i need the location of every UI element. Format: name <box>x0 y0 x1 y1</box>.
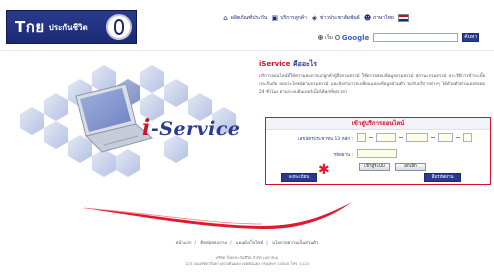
english-flag-icon[interactable] <box>397 14 409 22</box>
footer-address-line2: 123 ถนนรัชดาภิเษก แขวงดินแดง เขตดินแดง ก… <box>184 261 310 266</box>
footer-link-home[interactable]: หน้าแรก <box>176 241 192 246</box>
google-label: Google <box>341 33 370 42</box>
content-title-red: iService <box>259 60 291 68</box>
footer-address: บริษัท ไทยประกันชีวิต จำกัด (มหาชน) 123 … <box>0 255 494 267</box>
search-bar: เว็บ Google ค้นหา <box>318 33 480 42</box>
person-icon: ☻ <box>363 13 372 22</box>
emblem-icon <box>106 14 132 40</box>
search-google-radio[interactable] <box>334 35 340 40</box>
password-field[interactable] <box>357 149 397 158</box>
id-field-2[interactable] <box>376 133 396 142</box>
footer-link-contact[interactable]: ติดต่อสอบถาม <box>200 241 227 246</box>
footer-link-sitemap[interactable]: แผนผังเว็บไซต์ <box>236 241 263 246</box>
forgot-password-button[interactable]: ลืมรหัสผ่าน <box>424 173 461 182</box>
logo-main-text: Tกย <box>15 18 45 36</box>
search-input[interactable] <box>373 33 459 42</box>
iservice-brand-rest: -Service <box>150 118 241 140</box>
id-field-4[interactable] <box>438 133 453 142</box>
logo-sub-text: ประกันชีวิต <box>48 22 88 32</box>
login-header: เข้าสู่บริการออนไลน์ <box>266 118 490 130</box>
top-navigation: ⌂ ผลิตภัณฑ์ประกัน ▣ บริการลูกค้า ◈ ข่าวป… <box>222 14 409 22</box>
id-separator <box>431 137 435 138</box>
id-field-1[interactable] <box>357 133 366 142</box>
house-icon: ⌂ <box>223 13 228 22</box>
nav-item-products[interactable]: ⌂ ผลิตภัณฑ์ประกัน <box>222 14 267 22</box>
nav-item-label: ภาษาไทย <box>372 15 394 21</box>
login-button[interactable]: เข้าสู่ระบบ <box>359 163 390 171</box>
nav-item-services[interactable]: ▣ บริการลูกค้า <box>271 14 307 22</box>
id-separator <box>369 137 373 138</box>
content-title-blue: คืออะไร <box>292 60 318 68</box>
content-title: iService คืออะไร <box>259 59 317 70</box>
nav-item-label: ผลิตภัณฑ์ประกัน <box>231 15 268 21</box>
intro-paragraph: บริการออนไลน์ที่ให้ความสะดวกแก่ลูกค้าผู้… <box>259 74 485 95</box>
nav-item-label: บริการลูกค้า <box>280 15 307 21</box>
star-icon: ✱ <box>318 162 330 178</box>
id-separator <box>399 137 403 138</box>
cancel-button[interactable]: ยกเลิก <box>395 163 426 171</box>
page: Tกย ประกันชีวิต ⌂ ผลิตภัณฑ์ประกัน ▣ บริก… <box>0 0 494 275</box>
red-swoosh-decoration <box>83 202 352 230</box>
id-field-5[interactable] <box>463 133 472 142</box>
company-logo[interactable]: Tกย ประกันชีวิต <box>6 10 137 44</box>
id-number-label: เลขบัตรประชาชน 13 หลัก : <box>298 137 353 142</box>
nav-item-news[interactable]: ◈ ข่าวประชาสัมพันธ์ <box>311 14 360 22</box>
search-button[interactable]: ค้นหา <box>462 33 480 42</box>
id-number-fields <box>357 133 472 142</box>
search-site-label: เว็บ <box>325 34 333 41</box>
iservice-brand-i: i <box>142 115 151 141</box>
footer-links: หน้าแรก / ติดต่อสอบถาม / แผนผังเว็บไซต์ | น… <box>175 241 319 246</box>
nav-item-label: ข่าวประชาสัมพันธ์ <box>319 15 360 21</box>
header-divider <box>0 50 494 51</box>
building-icon: ▣ <box>271 13 279 22</box>
footer-link-privacy[interactable]: นโยบายความเป็นส่วนตัว <box>272 241 318 246</box>
register-button[interactable]: ลงทะเบียน <box>281 173 317 182</box>
nav-item-language[interactable]: ☻ ภาษาไทย <box>364 14 394 22</box>
id-separator <box>456 137 460 138</box>
iservice-brand: i-Service <box>142 115 240 141</box>
search-site-radio[interactable] <box>318 35 323 40</box>
id-field-3[interactable] <box>406 133 428 142</box>
password-label: รหัสผ่าน : <box>333 153 353 158</box>
megaphone-icon: ◈ <box>311 13 318 22</box>
